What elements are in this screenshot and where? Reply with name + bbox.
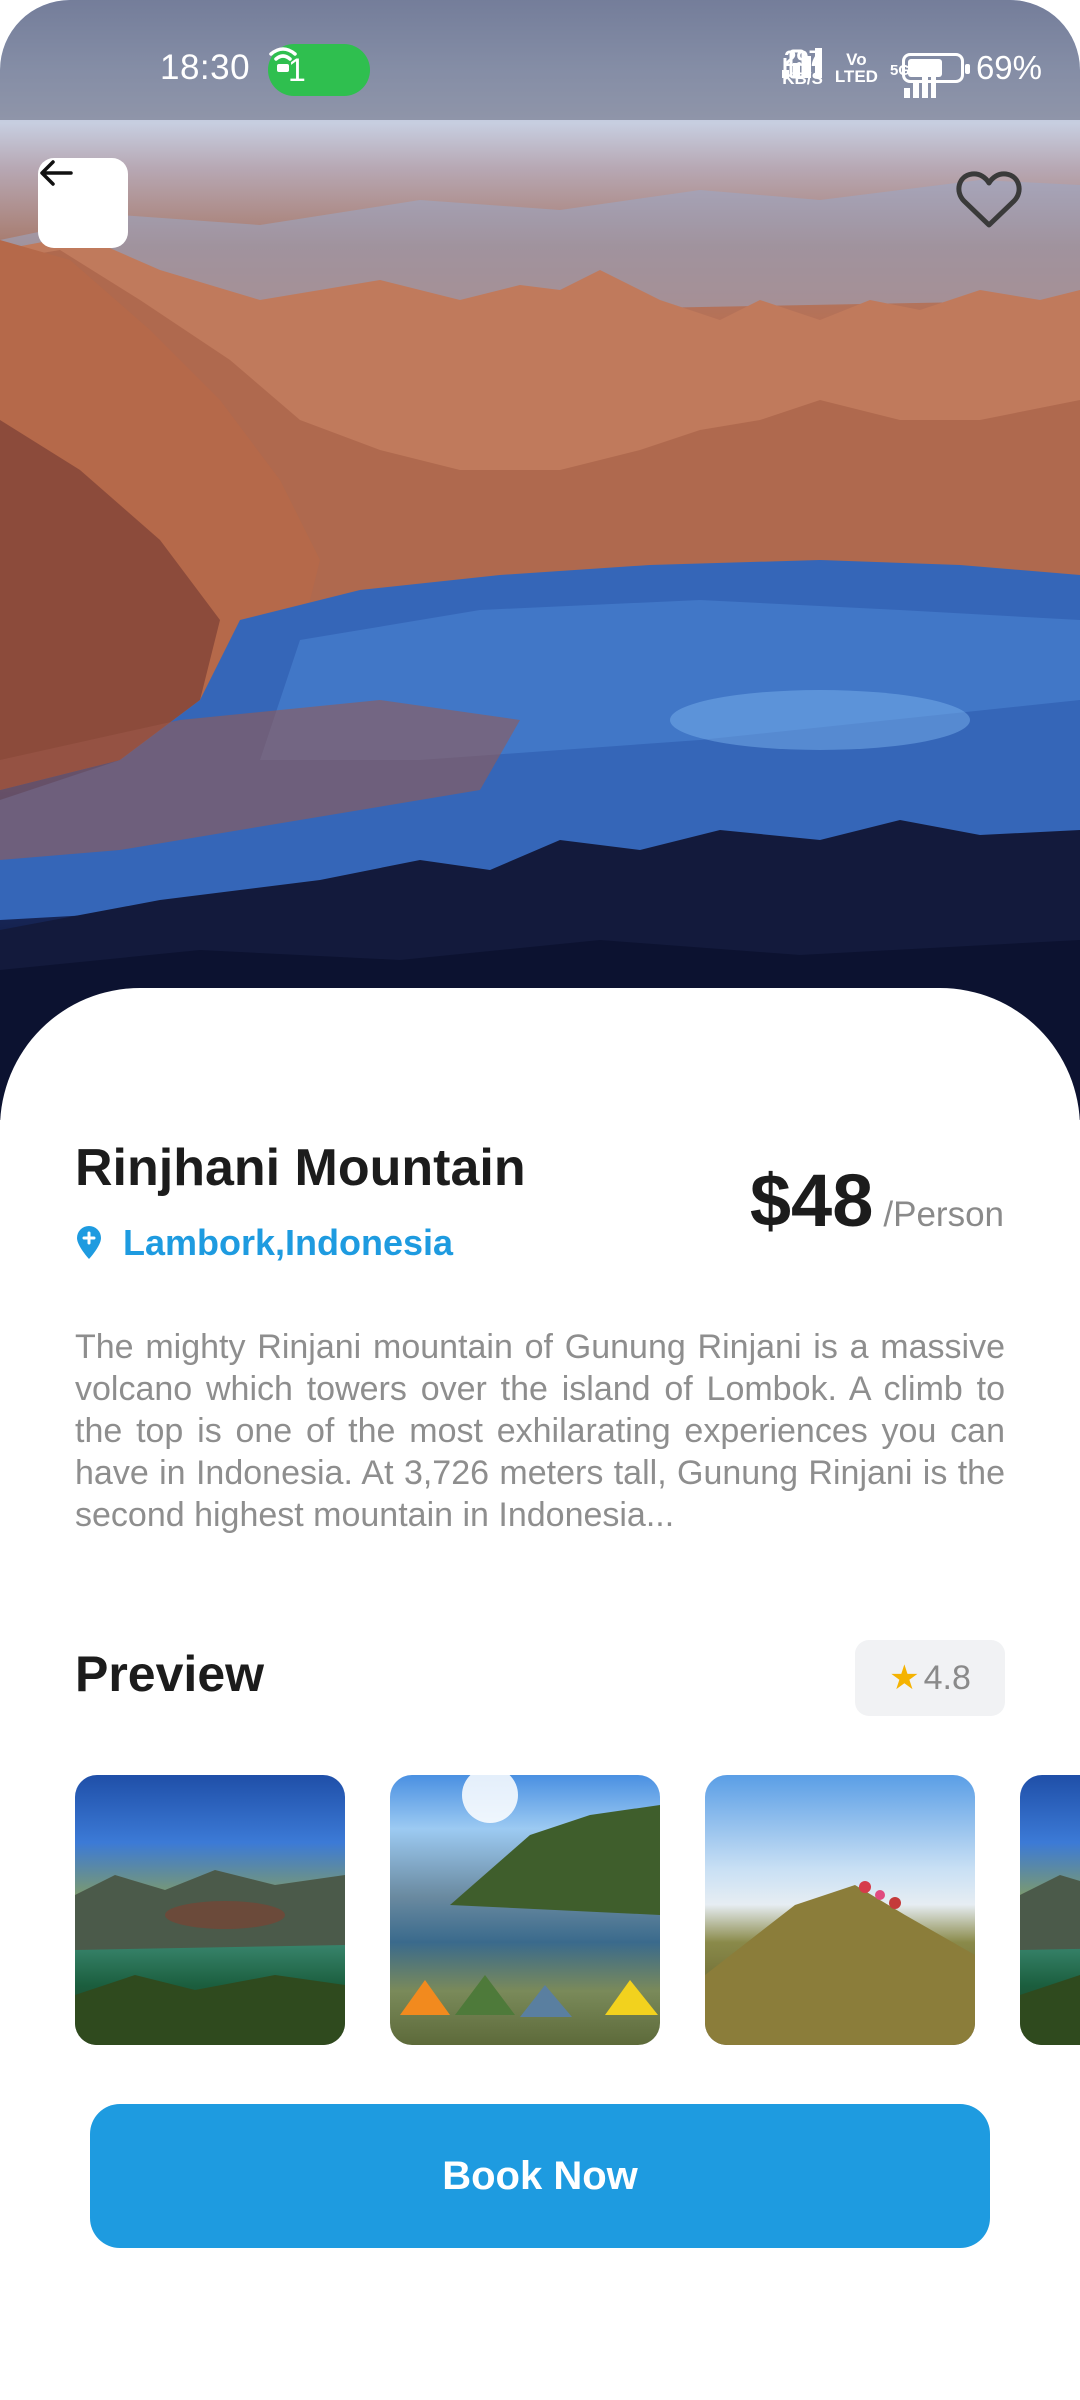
signal-strength-icon-2 (782, 48, 823, 78)
preview-image-2[interactable] (390, 1775, 660, 2045)
price-unit: /Person (883, 1195, 1004, 1234)
hotspot-icon (269, 47, 297, 72)
preview-image-1[interactable] (75, 1775, 345, 2045)
crater-lake-photo-2 (1020, 1875, 1080, 2045)
volte-bottom: LTED (834, 66, 878, 86)
favorite-button[interactable] (956, 170, 1032, 240)
location-text: Lambork,Indonesia (123, 1222, 454, 1263)
price: $48 /Person (750, 1158, 1004, 1243)
ridge-trail-photo (705, 1881, 975, 2045)
destination-title: Rinjhani Mountain (75, 1139, 526, 1197)
heart-outline-icon (956, 171, 1022, 228)
rating-value: 4.8 (923, 1658, 971, 1697)
preview-image-3[interactable] (705, 1775, 975, 2045)
status-bar: 18:30 1 297 KB/S Vo LTED 5G 69% (0, 0, 1080, 120)
volte-indicator: Vo LTED (835, 51, 878, 85)
book-now-button[interactable]: Book Now (90, 2104, 990, 2248)
preview-gallery[interactable] (75, 1775, 1080, 2045)
volte-top: Vo (846, 49, 867, 69)
rating-badge: ★ 4.8 (855, 1640, 1005, 1716)
star-icon: ★ (889, 1659, 920, 1697)
status-indicators: 297 KB/S Vo LTED 5G 69% (782, 48, 1042, 98)
hotspot-indicator: 1 (268, 44, 370, 96)
preview-image-4[interactable] (1020, 1775, 1080, 2045)
battery-fill (907, 58, 943, 77)
arrow-left-icon (40, 160, 73, 186)
battery-icon (901, 52, 970, 83)
status-time: 18:30 (160, 48, 251, 87)
crater-lake-photo (75, 1870, 345, 2045)
preview-heading: Preview (75, 1646, 265, 1702)
camping-lake-photo (400, 1775, 660, 2017)
destination-location: Lambork,Indonesia (75, 1222, 453, 1264)
battery-label: 69% (975, 48, 1042, 86)
hero-image: 18:30 1 297 KB/S Vo LTED 5G 69% (0, 0, 1080, 1120)
price-amount: $48 (749, 1159, 874, 1242)
crater-lake-illustration (0, 180, 1080, 1120)
back-button[interactable] (38, 158, 128, 248)
destination-description: The mighty Rinjani mountain of Gunung Ri… (75, 1328, 1005, 1534)
location-pin-icon (77, 1226, 101, 1259)
